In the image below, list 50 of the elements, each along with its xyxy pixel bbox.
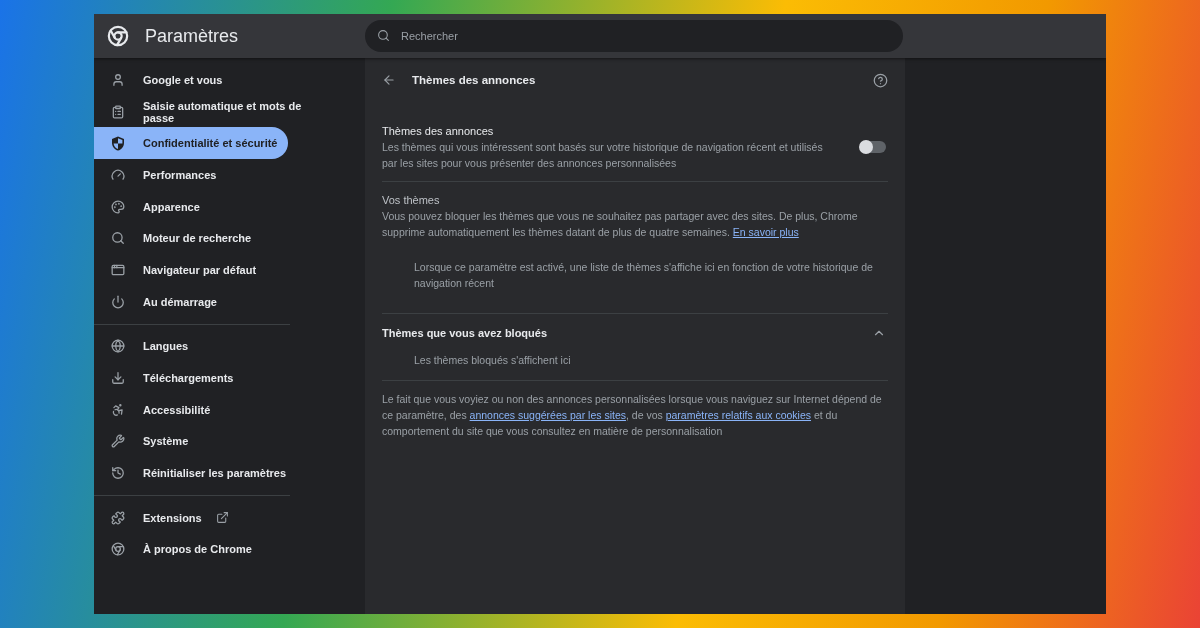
sidebar-item[interactable]: Navigateur par défaut: [94, 254, 288, 286]
external-link-icon: [215, 511, 229, 525]
shield-icon: [111, 135, 125, 151]
sidebar-item[interactable]: Saisie automatique et mots de passe: [94, 95, 325, 128]
puzzle-icon: [111, 510, 125, 525]
setting-description: Les thèmes qui vous intéressent sont basés sur votre historique de navigation récent et utilisés par les sites pour vous présenter des annonces personnalisées: [382, 140, 824, 171]
window-title: Paramètres: [145, 25, 239, 47]
clipboard-icon: [111, 104, 125, 119]
section-description: Vous pouvez bloquer les thèmes que vous ne souhaitez pas partager avec des sites. De plus, Chrome supprime automatiquement les thèmes datant de plus de quatre semaines. En savoir plus: [382, 209, 859, 240]
sidebar-item[interactable]: Système: [94, 425, 288, 458]
sidebar-item[interactable]: Performances: [94, 159, 288, 191]
window-icon: [111, 262, 125, 277]
search-icon: [111, 231, 125, 246]
accessibility-icon: [111, 402, 125, 417]
sidebar-item[interactable]: À propos de Chrome: [94, 533, 288, 566]
chrome-icon: [111, 542, 125, 557]
collapsible-header[interactable]: Thèmes que vous avez bloqués: [382, 314, 888, 352]
setting-title: Thèmes des annonces: [382, 124, 495, 139]
power-icon: [111, 294, 125, 309]
help-button[interactable]: [873, 72, 888, 88]
link[interactable]: paramètres relatifs aux cookies: [665, 409, 811, 421]
back-button[interactable]: [382, 73, 396, 87]
sidebar-item[interactable]: Réinitialiser les paramètres: [94, 457, 297, 489]
sidebar-item[interactable]: Au démarrage: [94, 285, 288, 318]
sidebar-item[interactable]: Accessibilité: [94, 393, 288, 426]
empty-state-text: Les thèmes bloqués s'affichent ici: [414, 353, 572, 368]
person-icon: [111, 72, 125, 87]
section-title: Vos thèmes: [382, 193, 441, 208]
empty-state-text: Lorsque ce paramètre est activé, une liste de thèmes s'affiche ici en fonction de votre historique de navigation récent: [414, 260, 874, 291]
search-field[interactable]: Rechercher: [365, 20, 903, 52]
sidebar-item[interactable]: Confidentialité et sécurité: [94, 127, 288, 160]
wrench-icon: [111, 434, 125, 449]
page-title: Thèmes des annonces: [412, 74, 537, 86]
download-icon: [111, 371, 125, 386]
sidebar-item[interactable]: Langues: [94, 330, 288, 363]
footer-note: Le fait que vous voyiez ou non des annonces personnalisées lorsque vous naviguez sur Internet dépend de ce paramètre, des annonces suggérées par les sites, de vos paramètres relatifs aux cookies et du comportement du site que vous consultez en matière de personnalisation: [382, 392, 883, 439]
sidebar-item[interactable]: Extensions: [94, 501, 288, 534]
toggle-switch[interactable]: [860, 141, 886, 153]
history-icon: [111, 466, 125, 481]
gauge-icon: [111, 167, 125, 182]
link[interactable]: En savoir plus: [732, 226, 799, 238]
sidebar-item[interactable]: Téléchargements: [94, 362, 288, 394]
globe-icon: [111, 339, 125, 354]
search-icon: [377, 29, 390, 42]
link[interactable]: annonces suggérées par les sites: [469, 409, 626, 421]
palette-icon: [111, 199, 125, 214]
sidebar-item[interactable]: Apparence: [94, 190, 288, 223]
sidebar-item[interactable]: Moteur de recherche: [94, 222, 288, 255]
chrome-logo-icon: [107, 25, 129, 47]
sidebar-item[interactable]: Google et vous: [94, 64, 288, 96]
